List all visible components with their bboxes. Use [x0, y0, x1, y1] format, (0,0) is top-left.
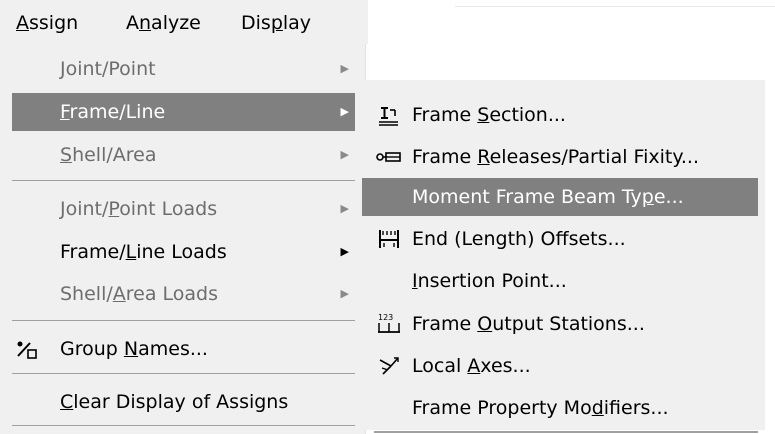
menu-item-label: Joint/Point: [60, 58, 156, 80]
menu-item-shell-area-loads[interactable]: Shell/Area Loads ▶: [12, 275, 357, 313]
submenu-arrow-icon: ▶: [340, 62, 349, 75]
submenu-item-label: Frame Section...: [412, 104, 566, 126]
submenu-arrow-icon: ▶: [340, 148, 349, 161]
menu-item-clear-display-of-assigns[interactable]: Clear Display of Assigns: [12, 383, 357, 421]
submenu-item-label: Insertion Point...: [412, 270, 567, 292]
menu-item-label: Clear Display of Assigns: [60, 391, 289, 413]
submenu-arrow-icon: ▶: [340, 287, 349, 300]
submenu-item-frame-releases[interactable]: Frame Releases/Partial Fixity...: [362, 138, 758, 176]
submenu-item-frame-output-stations[interactable]: 123 Frame Output Stations...: [362, 305, 758, 343]
submenu-item-frame-section[interactable]: Frame Section...: [362, 96, 758, 134]
submenu-item-end-length-offsets[interactable]: End (Length) Offsets...: [362, 220, 758, 258]
svg-text:123: 123: [378, 313, 393, 322]
submenu-item-moment-frame-beam-type[interactable]: Moment Frame Beam Type...: [362, 178, 758, 216]
submenu-item-label: Frame Releases/Partial Fixity...: [412, 146, 699, 168]
menu-item-label: Shell/Area Loads: [60, 283, 219, 305]
submenu-item-label: Frame Property Modifiers...: [412, 397, 669, 419]
submenu-arrow-icon: ▶: [340, 105, 349, 118]
frame-section-icon: [374, 96, 404, 134]
menu-item-joint-point-loads[interactable]: Joint/Point Loads ▶: [12, 190, 357, 228]
menu-separator: [12, 320, 357, 321]
output-stations-icon: 123: [374, 305, 404, 343]
submenu-separator: [374, 431, 758, 433]
menu-item-joint-point[interactable]: Joint/Point ▶: [12, 50, 357, 88]
menu-separator: [12, 425, 357, 426]
submenu-item-local-axes[interactable]: Local Axes...: [362, 347, 758, 385]
menu-item-frame-line[interactable]: Frame/Line ▶: [12, 93, 357, 131]
submenu-item-label: End (Length) Offsets...: [412, 228, 626, 250]
submenu-item-label: Moment Frame Beam Type...: [412, 186, 684, 208]
menu-display[interactable]: Display: [241, 9, 311, 37]
window-edge: [455, 6, 775, 7]
menu-bar: Assign Analyze Display: [0, 0, 368, 44]
local-axes-icon: [374, 347, 404, 385]
menu-item-group-names[interactable]: Group Names...: [12, 330, 357, 368]
submenu-item-label: Local Axes...: [412, 355, 531, 377]
menu-item-label: Shell/Area: [60, 144, 157, 166]
menu-item-frame-line-loads[interactable]: Frame/Line Loads ▶: [12, 233, 357, 271]
submenu-item-label: Frame Output Stations...: [412, 313, 645, 335]
menu-analyze[interactable]: Analyze: [126, 9, 201, 37]
menu-assign[interactable]: Assign: [16, 9, 78, 37]
submenu-item-frame-property-modifiers[interactable]: Frame Property Modifiers...: [362, 389, 758, 427]
submenu-item-insertion-point[interactable]: Insertion Point...: [362, 262, 758, 300]
submenu-arrow-icon: ▶: [340, 245, 349, 258]
group-names-icon: [16, 340, 40, 360]
submenu-arrow-icon: ▶: [340, 202, 349, 215]
menu-separator: [12, 373, 357, 374]
menu-item-label: Joint/Point Loads: [60, 198, 218, 220]
end-offsets-icon: [374, 220, 404, 258]
menu-item-shell-area[interactable]: Shell/Area ▶: [12, 136, 357, 174]
menu-separator: [12, 180, 357, 181]
menu-item-label: Frame/Line: [60, 101, 166, 123]
frame-releases-icon: [374, 138, 404, 176]
menu-item-label: Group Names...: [60, 338, 208, 360]
menu-item-label: Frame/Line Loads: [60, 241, 227, 263]
